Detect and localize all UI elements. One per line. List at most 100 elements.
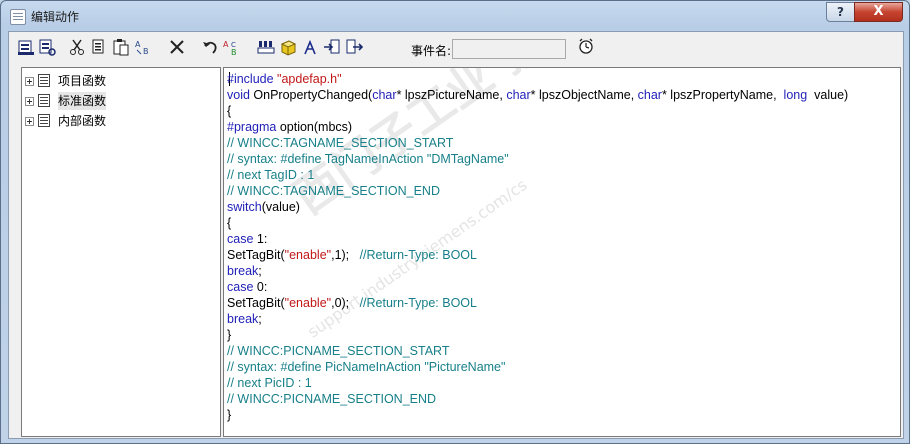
tree-item-label: 项目函数 (58, 74, 107, 88)
code-line: // next PicID : 1 (227, 375, 312, 391)
code-line: break; (227, 263, 262, 279)
code-token: "enable" (284, 248, 332, 262)
event-name-field[interactable] (452, 39, 566, 59)
code-token: 0: (256, 280, 268, 294)
code-line: break; (227, 311, 262, 327)
code-line: SetTagBit("enable",1); //Return-Type: BO… (227, 247, 477, 263)
app-icon (10, 9, 26, 25)
code-token: char (506, 88, 531, 102)
code-line: } (227, 327, 231, 343)
code-token: ; (258, 312, 262, 326)
code-token: // WINCC:TAGNAME_SECTION_START (227, 136, 454, 150)
svg-text:A: A (135, 40, 141, 49)
function-folder-icon (38, 114, 50, 127)
expand-icon[interactable] (25, 117, 34, 126)
expand-icon[interactable] (25, 97, 34, 106)
code-token: (value) (261, 200, 300, 214)
code-token: switch (227, 200, 262, 214)
code-token: ; (258, 264, 262, 278)
code-token: ,0); (331, 296, 360, 310)
code-line: case 1: (227, 231, 267, 247)
object-icon[interactable] (279, 38, 297, 56)
close-button[interactable]: X (854, 2, 903, 22)
window-title: 编辑动作 (31, 10, 80, 24)
code-token: #pragma (227, 120, 280, 134)
svg-text:C: C (231, 41, 236, 49)
code-token: // next TagID : 1 (227, 168, 315, 182)
code-token: option(mbcs) (279, 120, 353, 134)
code-token: // WINCC:PICNAME_SECTION_END (227, 392, 437, 406)
code-token: // WINCC:PICNAME_SECTION_START (227, 344, 450, 358)
svg-text:B: B (231, 48, 237, 56)
code-token: break (227, 264, 259, 278)
code-line: // WINCC:TAGNAME_SECTION_START (227, 135, 453, 151)
title-bar[interactable]: 编辑动作 ? X (1, 1, 909, 31)
code-token: break (227, 312, 259, 326)
code-line: #include "apdefap.h" (227, 71, 342, 87)
code-token: #include (227, 72, 278, 86)
code-token: SetTagBit( (227, 296, 285, 310)
code-line: void OnPropertyChanged(char* lpszPicture… (227, 87, 848, 103)
code-token: void (227, 88, 254, 102)
code-token: // WINCC:TAGNAME_SECTION_END (227, 184, 440, 198)
code-token: * lpszPictureName, (396, 88, 507, 102)
svg-text:B: B (143, 47, 149, 56)
code-editor[interactable]: 西门子工业 技术论坛 support.industry.siemens.com/… (223, 67, 901, 437)
code-token: "apdefap.h" (277, 72, 342, 86)
code-token: { (227, 104, 232, 118)
function-tree[interactable]: 项目函数 标准函数 内部函数 (21, 67, 221, 437)
compile-icon[interactable] (38, 38, 56, 56)
expand-icon[interactable] (25, 77, 34, 86)
code-line: // syntax: #define PicNameInAction "Pict… (227, 359, 505, 375)
event-name-label: 事件名: (411, 44, 452, 58)
function-folder-icon (38, 94, 50, 107)
function-folder-icon (38, 74, 50, 87)
code-token: char (637, 88, 662, 102)
code-line: SetTagBit("enable",0); //Return-Type: BO… (227, 295, 477, 311)
code-token: case (227, 280, 257, 294)
code-line: // WINCC:TAGNAME_SECTION_END (227, 183, 440, 199)
code-token: * lpszPropertyName, (661, 88, 784, 102)
code-line: // WINCC:PICNAME_SECTION_START (227, 343, 449, 359)
help-button[interactable]: ? (826, 2, 855, 22)
compile-all-icon[interactable] (17, 38, 35, 56)
code-token: ,1); (331, 248, 360, 262)
export-icon[interactable] (345, 38, 363, 56)
code-line: switch(value) (227, 199, 300, 215)
code-token: "enable" (284, 296, 332, 310)
lambda-icon[interactable] (301, 38, 319, 56)
replace-icon[interactable]: ABC (223, 38, 241, 56)
format-icon[interactable]: AB (134, 38, 152, 56)
code-token: OnPropertyChanged( (253, 88, 373, 102)
svg-text:A: A (223, 40, 229, 49)
code-token: } (227, 408, 232, 422)
import-icon[interactable] (323, 38, 341, 56)
paste-icon[interactable] (112, 38, 130, 56)
code-line: // next TagID : 1 (227, 167, 314, 183)
code-token: case (227, 232, 257, 246)
code-token: // syntax: #define TagNameInAction "DMTa… (227, 152, 509, 166)
code-token: * lpszObjectName, (530, 88, 638, 102)
code-line: // syntax: #define TagNameInAction "DMTa… (227, 151, 509, 167)
code-token: } (227, 328, 232, 342)
dialog-client-area: AB ABC 事件名: 项目函数 标准函数 内部函数 西门子工业 技术论坛 su… (8, 31, 904, 439)
code-token: long (783, 88, 808, 102)
edit-action-window: 编辑动作 ? X AB A B C 事件名: 项目函数 标准函数 内部函数 西门… (0, 0, 910, 444)
tree-item-label: 内部函数 (58, 114, 107, 128)
code-token: // next PicID : 1 (227, 376, 312, 390)
clock-icon[interactable] (577, 37, 595, 55)
code-token: SetTagBit( (227, 248, 285, 262)
code-line: #pragma option(mbcs) (227, 119, 352, 135)
code-token: 1: (256, 232, 268, 246)
code-token: char (372, 88, 397, 102)
tag-icon[interactable] (257, 38, 275, 56)
copy-icon[interactable] (90, 38, 108, 56)
code-line: } (227, 407, 231, 423)
cut-icon[interactable] (68, 38, 86, 56)
code-line: // WINCC:PICNAME_SECTION_END (227, 391, 436, 407)
code-line: { (227, 103, 231, 119)
code-token: value) (807, 88, 849, 102)
undo-icon[interactable] (201, 38, 219, 56)
tree-item-label: 标准函数 (58, 92, 107, 110)
delete-icon[interactable] (168, 38, 186, 56)
